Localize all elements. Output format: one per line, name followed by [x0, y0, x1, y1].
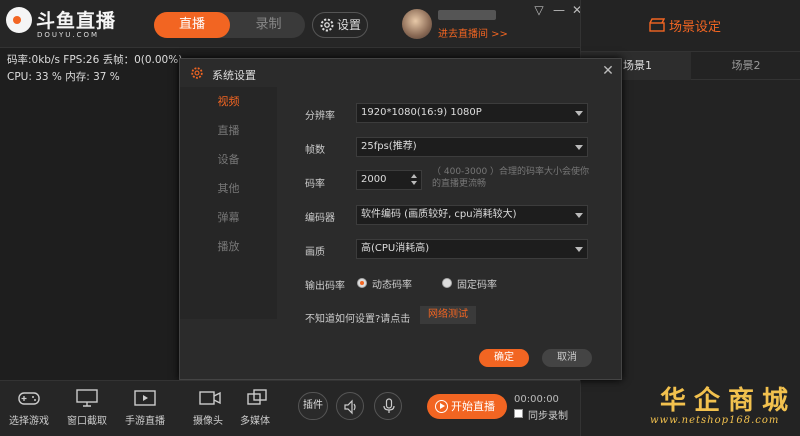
live-timer: 00:00:00: [514, 394, 559, 405]
fps-label: 帧数: [305, 145, 325, 156]
enter-room-link[interactable]: 进去直播间 >>: [438, 25, 508, 40]
speaker-icon: [344, 399, 356, 415]
nav-video[interactable]: 视频: [180, 87, 277, 116]
sync-record-checkbox[interactable]: [514, 409, 523, 418]
chevron-down-icon: [575, 213, 583, 218]
help-text: 不知道如何设置?请点击: [305, 314, 411, 325]
fps-select[interactable]: 25fps(推荐): [356, 137, 588, 157]
logo-title: 斗鱼直播: [36, 10, 117, 32]
dialog-close-icon[interactable]: ✕: [600, 63, 616, 79]
bitrate-value: 2000: [361, 174, 387, 185]
play-icon: [435, 400, 448, 413]
stats-line-2: CPU: 33 % 内存: 37 %: [7, 71, 120, 83]
multimedia-label: 多媒体: [240, 416, 270, 427]
logo-subtitle: DOUYU.COM: [37, 31, 100, 39]
multimedia-icon: [247, 389, 267, 405]
fish-logo-icon: [6, 7, 32, 33]
dynamic-bitrate-label[interactable]: 动态码率: [372, 276, 412, 291]
mode-record-button[interactable]: 录制: [232, 12, 305, 38]
output-bitrate-label: 输出码率: [305, 281, 345, 292]
quality-select[interactable]: 高(CPU消耗高): [356, 239, 588, 259]
nav-danmaku[interactable]: 弹幕: [180, 203, 277, 232]
start-live-label: 开始直播: [451, 400, 495, 413]
monitor-icon: [76, 389, 98, 407]
film-play-icon: [134, 390, 156, 406]
ok-button[interactable]: 确定: [479, 349, 529, 367]
chevron-down-icon: [575, 247, 583, 252]
scene-title: 场景设定: [669, 20, 722, 35]
settings-dialog: 系统设置 ✕ 视频 直播 设备 其他 弹幕 播放 分辨率 1920*1080(1…: [179, 58, 622, 380]
mobile-live-button[interactable]: 手游直播: [116, 381, 174, 436]
douyu-logo: 斗鱼直播 DOUYU.COM: [6, 4, 146, 44]
username-blurred: [438, 10, 496, 20]
chevron-down-icon: [575, 145, 583, 150]
avatar[interactable]: [402, 9, 432, 39]
fixed-bitrate-radio[interactable]: [442, 278, 452, 288]
camera-icon: [199, 391, 221, 405]
nav-live[interactable]: 直播: [180, 116, 277, 145]
resolution-label: 分辨率: [305, 111, 335, 122]
top-header: 斗鱼直播 DOUYU.COM 直播 录制 设置 进去直播间 >> ▽ — ✕: [0, 0, 582, 48]
microphone-icon: [383, 398, 395, 413]
encoder-select[interactable]: 软件编码 (画质较好, cpu消耗较大): [356, 205, 588, 225]
spin-up-icon[interactable]: [411, 174, 417, 178]
bitrate-hint: （ 400-3000 ）合理的码率大小会使你的直播更流畅: [432, 167, 590, 189]
scene-header: 场景设定: [581, 0, 800, 52]
tab-scene-2[interactable]: 场景2: [691, 52, 800, 80]
mode-toggle: 直播 录制: [154, 12, 305, 38]
mode-live-button[interactable]: 直播: [154, 12, 230, 38]
mobile-live-label: 手游直播: [125, 416, 165, 427]
settings-label: 设置: [337, 18, 362, 32]
quality-value: 高(CPU消耗高): [361, 243, 430, 254]
settings-nav: 视频 直播 设备 其他 弹幕 播放: [180, 87, 277, 319]
douyu-app: 斗鱼直播 DOUYU.COM 直播 录制 设置 进去直播间 >> ▽ — ✕ 码…: [0, 0, 800, 436]
watermark-text: 华企商城: [660, 386, 797, 416]
quality-label: 画质: [305, 247, 325, 258]
fps-value: 25fps(推荐): [361, 141, 417, 152]
microphone-button[interactable]: [374, 392, 402, 420]
fixed-bitrate-label[interactable]: 固定码率: [457, 276, 497, 291]
spin-down-icon[interactable]: [411, 181, 417, 185]
start-live-button[interactable]: 开始直播: [427, 394, 507, 419]
select-game-label: 选择游戏: [9, 416, 49, 427]
stats-line-1: 码率:0kb/s FPS:26 丢帧：0(0.00%): [7, 54, 183, 66]
clapperboard-icon: [649, 18, 665, 32]
dialog-title: 系统设置: [212, 69, 256, 82]
resolution-select[interactable]: 1920*1080(16:9) 1080P: [356, 103, 588, 123]
speaker-button[interactable]: [336, 392, 364, 420]
plugin-button[interactable]: 插件: [298, 392, 328, 420]
bitrate-label: 码率: [305, 179, 325, 190]
encoder-label: 编码器: [305, 213, 335, 224]
multimedia-button[interactable]: 多媒体: [238, 381, 278, 436]
resolution-value: 1920*1080(16:9) 1080P: [361, 107, 482, 118]
window-capture-label: 窗口截取: [67, 416, 107, 427]
select-game-button[interactable]: 选择游戏: [0, 381, 58, 436]
cancel-button[interactable]: 取消: [542, 349, 592, 367]
settings-button[interactable]: 设置: [312, 12, 368, 38]
chevron-down-icon: [575, 111, 583, 116]
nav-other[interactable]: 其他: [180, 174, 277, 203]
bitrate-stepper[interactable]: 2000: [356, 170, 422, 190]
gamepad-icon: [18, 392, 40, 405]
gear-icon: [191, 67, 203, 79]
network-test-button[interactable]: 网络测试: [420, 306, 476, 324]
nav-playback[interactable]: 播放: [180, 232, 277, 261]
dynamic-bitrate-radio[interactable]: [357, 278, 367, 288]
dialog-titlebar: 系统设置 ✕: [180, 59, 621, 87]
nav-device[interactable]: 设备: [180, 145, 277, 174]
stream-stats: 码率:0kb/s FPS:26 丢帧：0(0.00%) CPU: 33 % 内存…: [7, 52, 182, 86]
menu-dropdown-icon[interactable]: ▽: [530, 2, 548, 18]
minimize-icon[interactable]: —: [550, 2, 568, 18]
window-capture-button[interactable]: 窗口截取: [58, 381, 116, 436]
camera-label: 摄像头: [193, 416, 223, 427]
watermark-url: www.netshop168.com: [650, 415, 780, 426]
sync-record-label[interactable]: 同步录制: [528, 407, 568, 422]
encoder-value: 软件编码 (画质较好, cpu消耗较大): [361, 209, 517, 220]
camera-button[interactable]: 摄像头: [188, 381, 232, 436]
gear-icon: [320, 18, 334, 32]
